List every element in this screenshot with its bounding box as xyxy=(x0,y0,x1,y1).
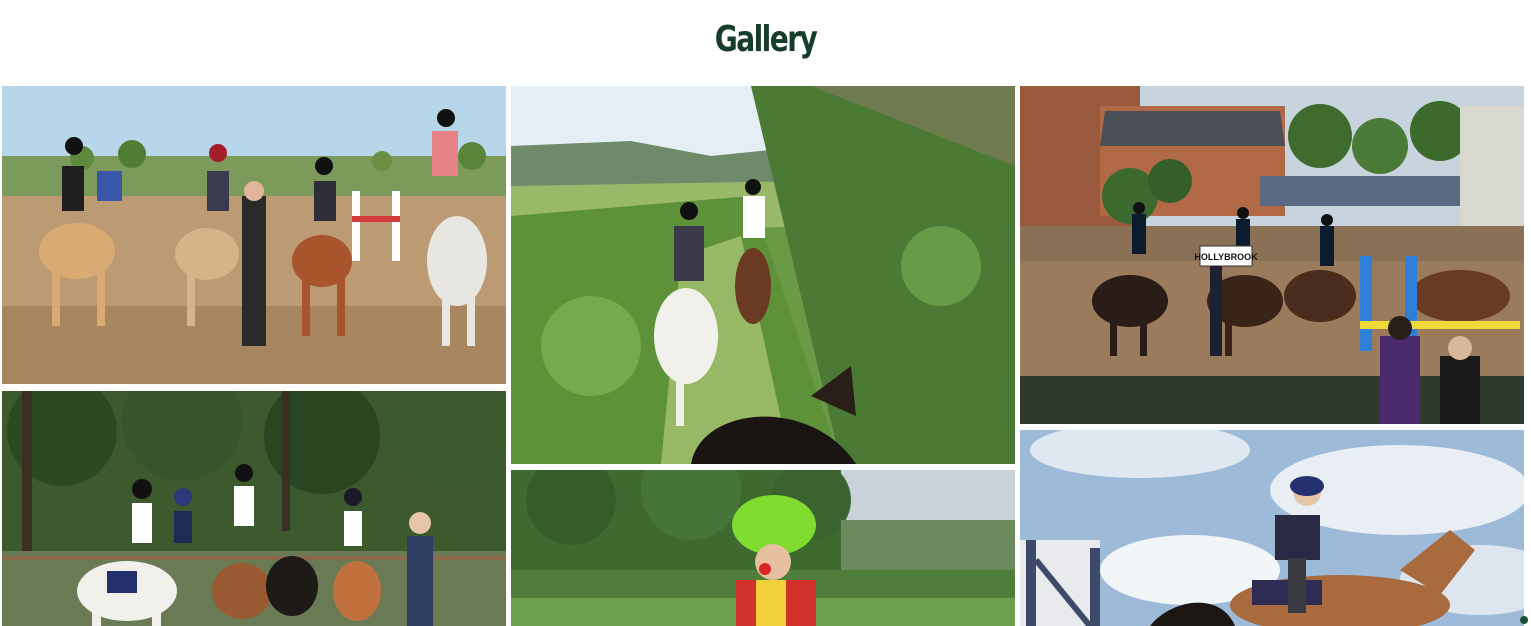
gallery-photo-trail-ride[interactable] xyxy=(511,86,1015,464)
gallery-photo-show-parade[interactable]: HOLLYBROOK xyxy=(1020,86,1524,424)
gallery-photo-arena-riders[interactable] xyxy=(2,86,506,384)
gallery-photo-clown[interactable] xyxy=(511,470,1015,626)
hollybrook-sign: HOLLYBROOK xyxy=(1194,252,1258,262)
gallery-photo-kids-instructor[interactable] xyxy=(2,391,506,626)
gallery-photo-jump[interactable] xyxy=(1020,430,1524,626)
trail-ride-image xyxy=(511,86,1015,464)
arena-riders-image xyxy=(2,86,506,384)
scroll-indicator[interactable] xyxy=(1520,616,1528,624)
gallery-title: Gallery xyxy=(714,19,818,60)
jump-image xyxy=(1020,430,1524,626)
kids-instructor-image xyxy=(2,391,506,626)
show-parade-image: HOLLYBROOK xyxy=(1020,86,1524,424)
clown-image xyxy=(511,470,1015,626)
